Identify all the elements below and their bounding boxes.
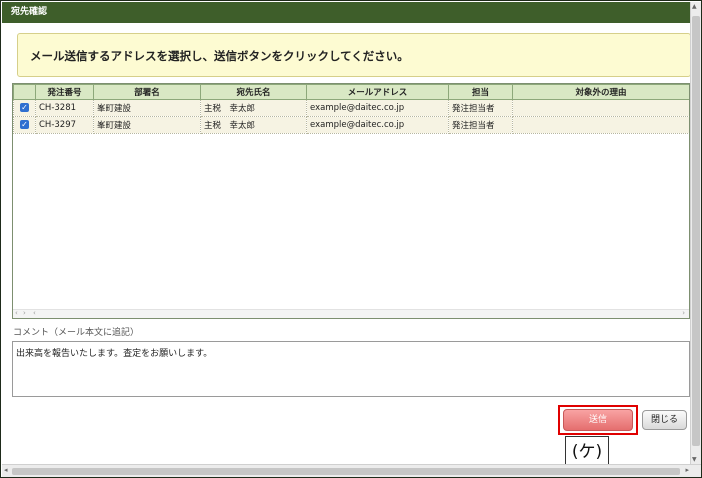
table-horizontal-scrollbar[interactable]: ‹ › ‹ ›: [13, 309, 689, 318]
close-button[interactable]: 閉じる: [642, 410, 687, 430]
horizontal-scroll-thumb[interactable]: [12, 468, 680, 475]
column-header-email[interactable]: メールアドレス: [306, 84, 449, 100]
table-row[interactable]: ✓ CH-3297 峯町建設 主税 幸太郎 example@daitec.co.…: [13, 116, 689, 134]
instruction-banner: メール送信するアドレスを選択し、送信ボタンをクリックしてください。: [17, 33, 691, 77]
send-button[interactable]: 送信: [563, 409, 633, 431]
column-header-order-no[interactable]: 発注番号: [35, 84, 94, 100]
row-checkbox-cell: ✓: [13, 99, 36, 117]
row-checkbox[interactable]: ✓: [20, 120, 29, 129]
column-header-check: [13, 84, 36, 100]
role-cell: 発注担当者: [448, 116, 513, 134]
scroll-left-icon[interactable]: ‹: [15, 309, 18, 317]
comment-label: コメント（メール本文に追記）: [13, 328, 140, 338]
reason-cell: [512, 116, 689, 134]
dialog-window: 宛先確認 メール送信するアドレスを選択し、送信ボタンをクリックしてください。 発…: [0, 0, 702, 478]
reason-cell: [512, 99, 689, 117]
horizontal-scrollbar[interactable]: ◂ ▸: [2, 464, 701, 477]
column-header-role[interactable]: 担当: [448, 84, 513, 100]
scroll-right-icon[interactable]: ›: [682, 309, 685, 317]
vertical-scroll-thumb[interactable]: [692, 16, 700, 446]
table-header-row: 発注番号 部署名 宛先氏名 メールアドレス 担当 対象外の理由: [13, 84, 689, 100]
table-row[interactable]: ✓ CH-3281 峯町建設 主税 幸太郎 example@daitec.co.…: [13, 99, 689, 117]
instruction-text: メール送信するアドレスを選択し、送信ボタンをクリックしてください。: [30, 49, 409, 63]
department-cell: 峯町建設: [93, 99, 201, 117]
recipient-cell: 主税 幸太郎: [200, 99, 307, 117]
order-no-cell: CH-3297: [35, 116, 94, 134]
order-no-cell: CH-3281: [35, 99, 94, 117]
dialog-title: 宛先確認: [2, 2, 690, 23]
scroll-left-small-icon[interactable]: ‹: [33, 309, 36, 317]
comment-textarea[interactable]: 出来高を報告いたします。査定をお願いします。: [12, 341, 690, 397]
row-checkbox-cell: ✓: [13, 116, 36, 134]
row-checkbox[interactable]: ✓: [20, 103, 29, 112]
column-header-reason[interactable]: 対象外の理由: [512, 84, 689, 100]
column-header-recipient[interactable]: 宛先氏名: [200, 84, 307, 100]
recipient-cell: 主税 幸太郎: [200, 116, 307, 134]
vertical-scrollbar[interactable]: ▲ ▼: [690, 2, 701, 464]
scroll-left-arrow-icon[interactable]: ◂: [4, 466, 8, 474]
department-cell: 峯町建設: [93, 116, 201, 134]
column-header-department[interactable]: 部署名: [93, 84, 201, 100]
recipient-table: 発注番号 部署名 宛先氏名 メールアドレス 担当 対象外の理由 ✓ CH-328…: [12, 83, 690, 319]
email-cell: example@daitec.co.jp: [306, 99, 449, 117]
scroll-right-arrow-icon[interactable]: ▸: [685, 466, 689, 474]
role-cell: 発注担当者: [448, 99, 513, 117]
email-cell: example@daitec.co.jp: [306, 116, 449, 134]
scroll-right-small-icon[interactable]: ›: [23, 309, 26, 317]
scroll-up-icon[interactable]: ▲: [692, 3, 697, 10]
scroll-down-icon[interactable]: ▼: [692, 456, 697, 463]
